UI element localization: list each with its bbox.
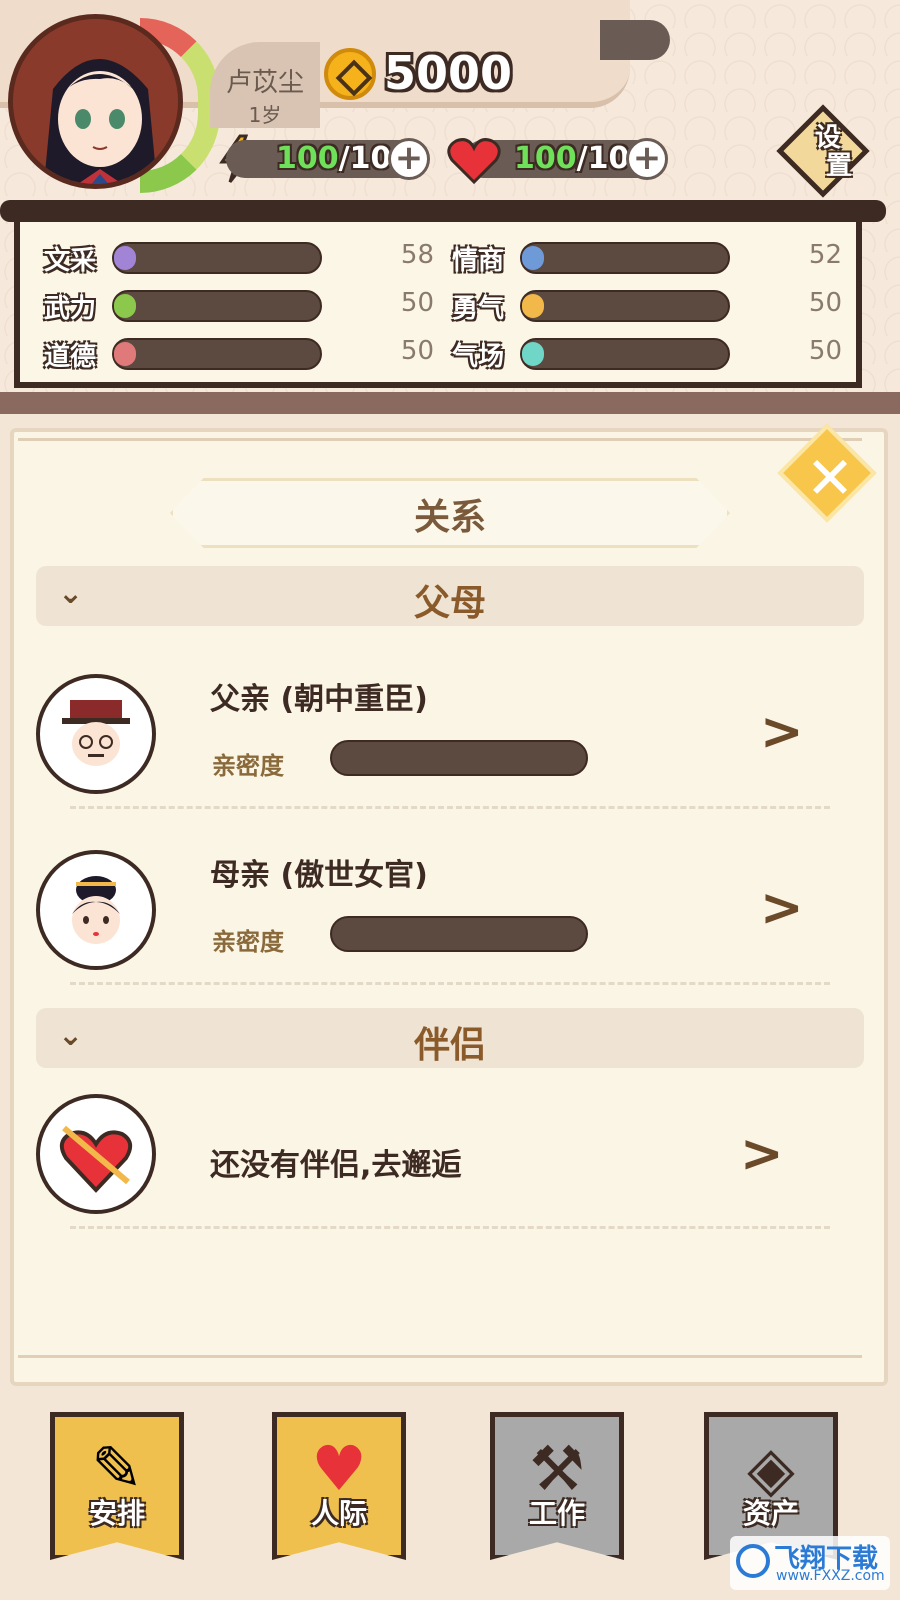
- intimacy-label: 亲密度: [212, 928, 284, 956]
- stats-panel: 文采 58 情商 52 武力 50 勇气 50 道德 50 气场 50: [14, 212, 862, 388]
- stat-dot: [114, 246, 136, 270]
- nav-label: 工作: [528, 1497, 585, 1530]
- nav-label: 人际: [310, 1497, 367, 1530]
- stat-bar: [112, 242, 322, 274]
- stat-bar: [112, 338, 322, 370]
- row-divider: [70, 1226, 830, 1229]
- row-divider: [70, 806, 830, 809]
- stat-row: 文采 58: [44, 238, 434, 278]
- stat-dot: [522, 294, 544, 318]
- relation-row-father[interactable]: 父亲 (朝中重臣) 亲密度 >: [36, 674, 864, 824]
- watermark: 飞翔下载 www.FXXZ.com: [730, 1536, 890, 1590]
- health-current: 100: [514, 141, 577, 176]
- watermark-logo-icon: [736, 1544, 770, 1578]
- stat-row: 情商 52: [452, 238, 842, 278]
- player-name: 卢苡尘: [225, 68, 304, 98]
- coin-count: 5000: [384, 46, 513, 100]
- intimacy-label: 亲密度: [212, 752, 284, 780]
- watermark-url: www.FXXZ.com: [776, 1568, 885, 1584]
- stat-label: 文采: [44, 246, 97, 276]
- partner-avatar: [36, 1094, 156, 1214]
- stat-value: 50: [400, 288, 434, 318]
- stat-dot: [114, 294, 136, 318]
- settings-label: 设 置: [814, 123, 852, 181]
- nav-work-button[interactable]: ⚒ 工作: [490, 1412, 624, 1560]
- energy-bar: 100/100 +: [226, 138, 430, 180]
- stat-dot: [522, 246, 544, 270]
- relation-row-partner[interactable]: 还没有伴侣,去邂逅 >: [36, 1094, 864, 1244]
- stat-dot: [114, 342, 136, 366]
- official-portrait-icon: [62, 700, 130, 766]
- stat-label: 武力: [44, 294, 97, 324]
- nav-label: 安排: [88, 1497, 145, 1530]
- stat-bar: [520, 290, 730, 322]
- father-avatar: [36, 674, 156, 794]
- coin-icon: [324, 48, 376, 100]
- section-header-parents[interactable]: ⌄ 父母: [36, 566, 864, 626]
- stat-row: 气场 50: [452, 334, 842, 374]
- relation-name: 父亲 (朝中重臣): [210, 682, 428, 717]
- stat-label: 勇气: [452, 294, 505, 324]
- lady-portrait-icon: [72, 876, 120, 944]
- nav-social-button[interactable]: ♥ 人际: [272, 1412, 406, 1560]
- relation-name: 母亲 (傲世女官): [210, 858, 428, 893]
- player-name-box: 卢苡尘 1岁: [210, 42, 320, 128]
- header-band-tail: [600, 20, 670, 60]
- stat-label: 道德: [44, 342, 97, 372]
- stat-value: 52: [808, 240, 842, 270]
- close-icon[interactable]: ✕: [790, 438, 870, 518]
- stat-row: 武力 50: [44, 286, 434, 326]
- energy-current: 100: [276, 141, 339, 176]
- stat-bar: [520, 338, 730, 370]
- section-title: 父母: [413, 583, 486, 624]
- heart-icon: [447, 138, 501, 185]
- chevron-right-icon[interactable]: >: [760, 878, 804, 938]
- stat-value: 50: [400, 336, 434, 366]
- intimacy-bar: [330, 740, 588, 776]
- stat-bar: [112, 290, 322, 322]
- stat-value: 58: [400, 240, 434, 270]
- divider-band: [0, 392, 900, 414]
- chevron-right-icon[interactable]: >: [760, 702, 804, 762]
- panel-title: 关系: [413, 497, 486, 538]
- nav-label: 资产: [742, 1497, 799, 1530]
- health-plus-button[interactable]: +: [626, 138, 668, 180]
- stat-row: 勇气 50: [452, 286, 842, 326]
- stat-value: 50: [808, 336, 842, 366]
- intimacy-bar: [330, 916, 588, 952]
- row-divider: [70, 982, 830, 985]
- chevron-right-icon[interactable]: >: [740, 1124, 784, 1184]
- stat-label: 气场: [452, 342, 505, 372]
- mother-avatar: [36, 850, 156, 970]
- energy-plus-button[interactable]: +: [388, 138, 430, 180]
- stat-bar: [520, 242, 730, 274]
- partner-empty-text: 还没有伴侣,去邂逅: [210, 1148, 462, 1183]
- heart-arrow-icon: [59, 1125, 133, 1193]
- stat-dot: [522, 342, 544, 366]
- nav-arrange-button[interactable]: ✎ 安排: [50, 1412, 184, 1560]
- stat-label: 情商: [452, 246, 505, 276]
- player-age: 1岁: [248, 103, 282, 127]
- relation-row-mother[interactable]: 母亲 (傲世女官) 亲密度 >: [36, 850, 864, 1000]
- player-avatar[interactable]: [8, 14, 183, 189]
- stat-value: 50: [808, 288, 842, 318]
- stat-row: 道德 50: [44, 334, 434, 374]
- section-header-partner[interactable]: ⌄ 伴侣: [36, 1008, 864, 1068]
- section-title: 伴侣: [413, 1025, 486, 1066]
